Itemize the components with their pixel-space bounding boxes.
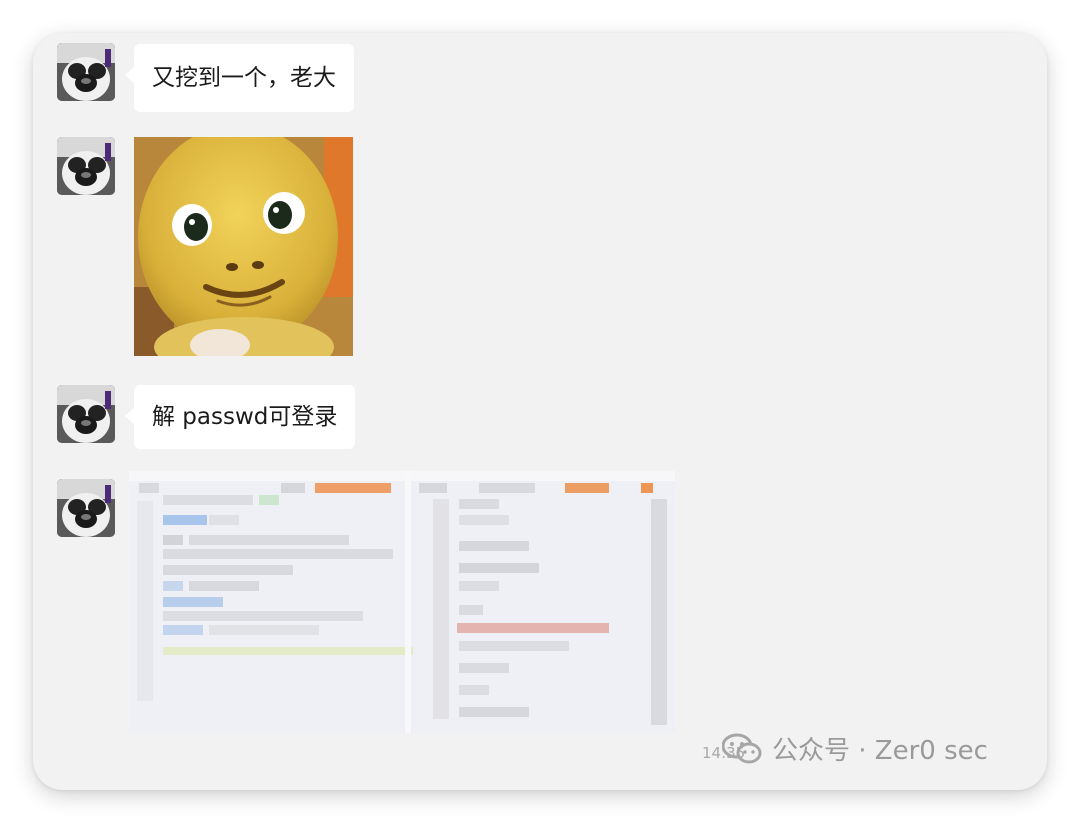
avatar[interactable] (57, 479, 115, 537)
avatar[interactable] (57, 137, 115, 195)
avatar[interactable] (57, 43, 115, 101)
screenshot-image[interactable] (129, 471, 675, 733)
timestamp: 14:35 (702, 744, 746, 762)
blurred-screenshot-image-icon (129, 471, 675, 733)
dog-avatar-icon (57, 43, 115, 101)
dog-avatar-icon (57, 137, 115, 195)
watermark-text: 公众号 · Zer0 sec (772, 736, 988, 766)
avatar[interactable] (57, 385, 115, 443)
yellow-creature-sticker-icon (134, 137, 353, 356)
text-bubble[interactable]: 解 passwd可登录 (124, 385, 356, 449)
dog-avatar-icon (57, 479, 115, 537)
message-text: 解 passwd可登录 (152, 404, 338, 430)
dog-avatar-icon (57, 385, 115, 443)
text-bubble[interactable]: 又挖到一个，老大 (125, 44, 354, 112)
message-text: 又挖到一个，老大 (152, 65, 336, 91)
chat-card: 又挖到一个，老大 解 passwd可登录 (33, 33, 1047, 790)
sticker-image[interactable] (134, 137, 353, 356)
watermark: 14:35 公众号 · Zer0 sec (702, 730, 988, 767)
